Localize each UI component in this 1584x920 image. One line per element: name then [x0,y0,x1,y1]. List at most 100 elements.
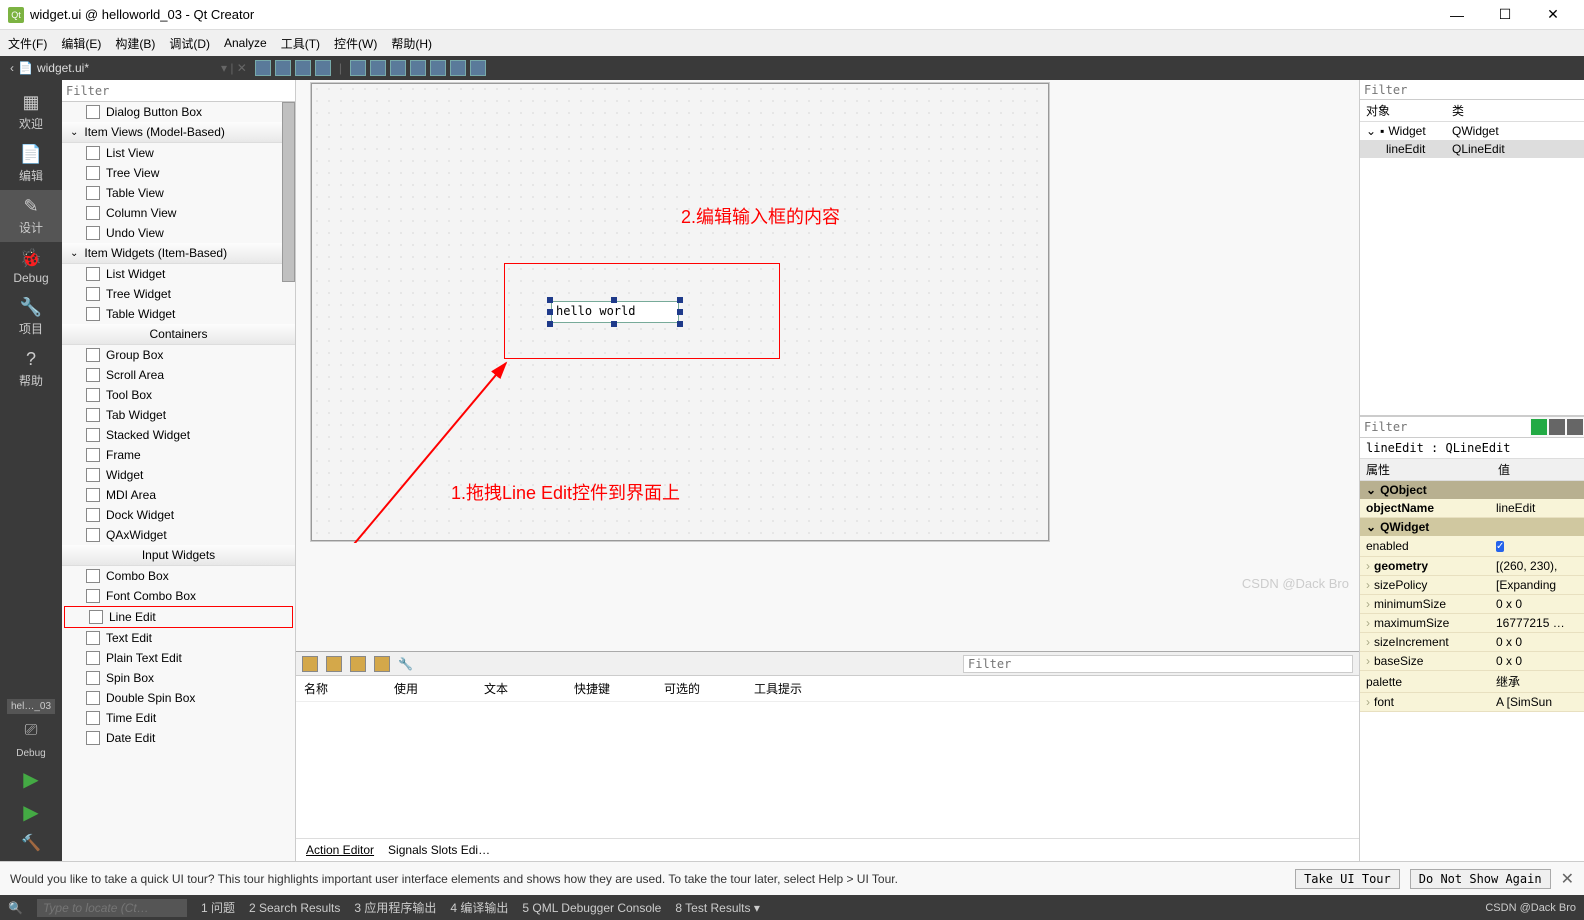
col-value[interactable]: 值 [1498,461,1510,478]
prop-row[interactable]: palette继承 [1360,671,1584,693]
resize-handle[interactable] [677,309,683,315]
layout-h-icon[interactable] [255,60,271,76]
tab-signals-slots[interactable]: Signals Slots Edi… [388,843,490,857]
menu-file[interactable]: 文件(F) [8,35,47,52]
config-prop-icon[interactable] [1567,419,1583,435]
widget-item[interactable]: Undo View [62,223,295,243]
output-compile[interactable]: 4 编译输出 [450,899,508,916]
col-property[interactable]: 属性 [1366,461,1498,478]
resize-handle[interactable] [611,297,617,303]
mode-welcome[interactable]: ▦欢迎 [0,86,62,138]
resize-handle[interactable] [547,297,553,303]
widget-item[interactable]: Tab Widget [62,405,295,425]
menu-analyze[interactable]: Analyze [224,36,267,50]
widget-item[interactable]: Scroll Area [62,365,295,385]
widget-item[interactable]: Table Widget [62,304,295,324]
widget-category[interactable]: Containers [62,324,295,345]
col-checkable[interactable]: 可选的 [664,680,754,697]
menu-build[interactable]: 构建(B) [115,35,155,52]
menu-edit[interactable]: 编辑(E) [61,35,101,52]
prop-row[interactable]: ›fontA [SimSun [1360,693,1584,712]
layout-v-icon[interactable] [275,60,291,76]
delete-action-icon[interactable] [374,656,390,672]
widget-item[interactable]: QAxWidget [62,525,295,545]
mode-design[interactable]: ✎设计 [0,190,62,242]
dont-show-button[interactable]: Do Not Show Again [1410,869,1551,889]
prop-row[interactable]: ›baseSize0 x 0 [1360,652,1584,671]
resize-handle[interactable] [547,321,553,327]
current-file[interactable]: widget.ui* [37,61,89,75]
scrollbar-thumb[interactable] [282,102,295,282]
widget-item[interactable]: Date Edit [62,728,295,748]
resize-handle[interactable] [611,321,617,327]
col-class[interactable]: 类 [1452,102,1464,119]
prop-group[interactable]: ⌄ QWidget [1360,518,1584,536]
col-name[interactable]: 名称 [304,680,394,697]
widget-item[interactable]: List Widget [62,264,295,284]
output-app[interactable]: 3 应用程序输出 [354,899,436,916]
close-button[interactable]: ✕ [1530,0,1576,30]
maximize-button[interactable]: ☐ [1482,0,1528,30]
prop-row[interactable]: ›sizePolicy[Expanding [1360,576,1584,595]
remove-prop-icon[interactable] [1549,419,1565,435]
resize-handle[interactable] [547,309,553,315]
menu-debug[interactable]: 调试(D) [169,35,210,52]
widget-item[interactable]: Widget [62,465,295,485]
prop-row[interactable]: ›geometry[(260, 230), [1360,557,1584,576]
col-object[interactable]: 对象 [1366,102,1452,119]
mode-edit[interactable]: 📄编辑 [0,138,62,190]
menu-widgets[interactable]: 控件(W) [334,35,377,52]
minimize-button[interactable]: — [1434,0,1480,30]
lineedit-widget[interactable]: hello world [551,301,679,323]
objtree-row-lineedit[interactable]: lineEdit QLineEdit [1360,140,1584,158]
prop-row[interactable]: objectNamelineEdit [1360,499,1584,518]
widget-item[interactable]: Tree View [62,163,295,183]
spacer-v-icon[interactable] [430,60,446,76]
widget-item[interactable]: Line Edit [64,606,293,628]
copy-action-icon[interactable] [326,656,342,672]
prop-row[interactable]: ›sizeIncrement0 x 0 [1360,633,1584,652]
property-filter-input[interactable] [1360,417,1530,437]
widget-category[interactable]: ⌄Item Views (Model-Based) [62,122,295,143]
widget-item[interactable]: Double Spin Box [62,688,295,708]
mode-projects[interactable]: 🔧项目 [0,291,62,343]
widget-item[interactable]: Column View [62,203,295,223]
objtree-filter-input[interactable] [1360,80,1584,100]
widget-item[interactable]: Text Edit [62,628,295,648]
menu-tools[interactable]: 工具(T) [281,35,320,52]
col-shortcut[interactable]: 快捷键 [574,680,664,697]
widget-item[interactable]: Font Combo Box [62,586,295,606]
widget-item[interactable]: MDI Area [62,485,295,505]
take-tour-button[interactable]: Take UI Tour [1295,869,1400,889]
widget-item[interactable]: Tree Widget [62,284,295,304]
infobar-close-icon[interactable]: ✕ [1561,869,1574,889]
resize-handle[interactable] [677,321,683,327]
prop-row[interactable]: ›maximumSize16777215 … [1360,614,1584,633]
widget-category[interactable]: ⌄Item Widgets (Item-Based) [62,243,295,264]
layout-adjust-icon[interactable] [390,60,406,76]
widget-item[interactable]: Plain Text Edit [62,648,295,668]
new-action-icon[interactable] [302,656,318,672]
form-canvas[interactable]: 2.编辑输入框的内容 1.拖拽Line Edit控件到界面上 hello wor… [310,82,1050,542]
widget-item[interactable]: Stacked Widget [62,425,295,445]
layout-split-icon[interactable] [295,60,311,76]
widget-item[interactable]: List View [62,143,295,163]
widget-item[interactable]: Dock Widget [62,505,295,525]
widget-item[interactable]: Time Edit [62,708,295,728]
widget-item[interactable]: Frame [62,445,295,465]
output-qml[interactable]: 5 QML Debugger Console [522,901,661,915]
prop-row[interactable]: ›minimumSize0 x 0 [1360,595,1584,614]
prop-row[interactable]: enabled✓ [1360,536,1584,557]
widget-item[interactable]: Table View [62,183,295,203]
build-button[interactable]: 🔨 [21,833,41,853]
widget-category[interactable]: Input Widgets [62,545,295,566]
tab-action-editor[interactable]: Action Editor [306,843,374,857]
widget-item[interactable]: Tool Box [62,385,295,405]
widget-item[interactable]: Dialog Button Box [62,102,295,122]
project-tab[interactable]: hel…_03 [7,699,55,714]
chevron-left-icon[interactable]: ‹ [10,61,14,75]
col-used[interactable]: 使用 [394,680,484,697]
run-debug-button[interactable]: ▶ [23,800,38,825]
output-tests[interactable]: 8 Test Results ▾ [675,901,760,915]
widget-item[interactable]: Combo Box [62,566,295,586]
